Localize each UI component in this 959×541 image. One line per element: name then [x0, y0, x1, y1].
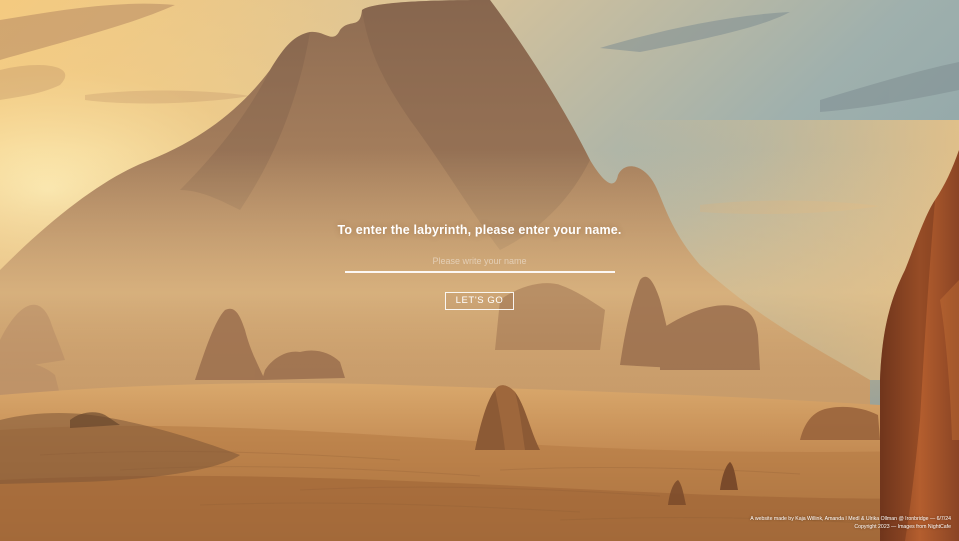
lets-go-button[interactable]: LET'S GO — [444, 292, 515, 310]
credit-line: A website made by Kaja Willink, Amanda I… — [750, 516, 951, 522]
name-input[interactable] — [344, 253, 615, 273]
entry-prompt: To enter the labyrinth, please enter you… — [337, 223, 622, 237]
site-credits: A website made by Kaja Willink, Amanda I… — [750, 516, 951, 531]
copyright-line: Copyright 2023 — Images from NightCafe — [854, 523, 951, 530]
name-entry-form: To enter the labyrinth, please enter you… — [0, 221, 959, 310]
